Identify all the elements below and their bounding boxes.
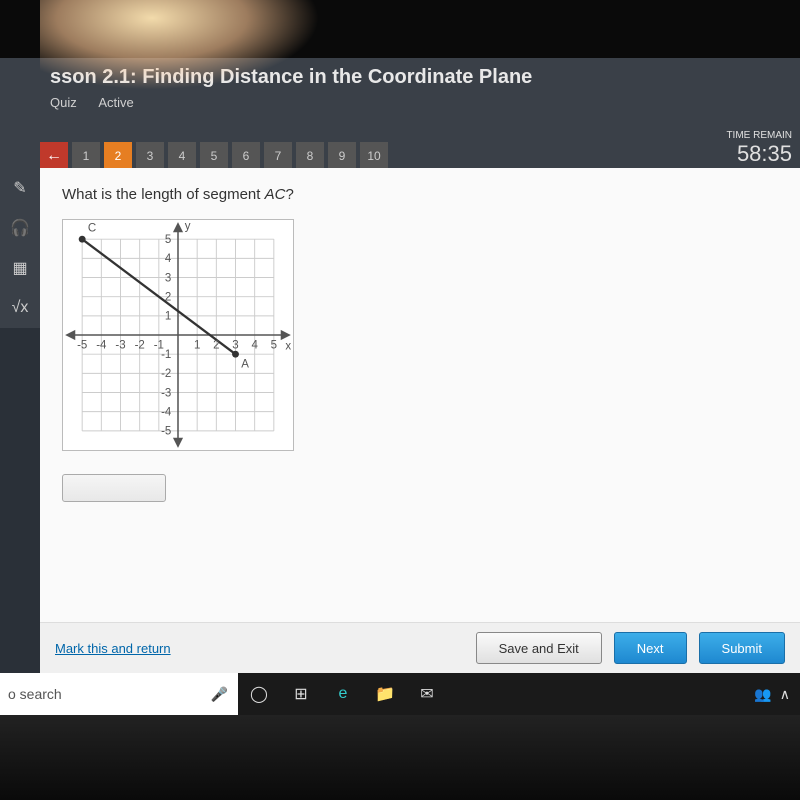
- svg-text:x: x: [285, 340, 291, 352]
- question-nav-4[interactable]: 4: [168, 142, 196, 170]
- file-explorer-icon[interactable]: 📁: [364, 673, 406, 715]
- svg-text:-2: -2: [135, 339, 145, 351]
- prompt-suffix: ?: [285, 186, 293, 203]
- taskbar-search[interactable]: o search 🎤: [0, 673, 238, 715]
- quiz-row: Quiz Active: [50, 95, 800, 110]
- svg-text:-2: -2: [161, 368, 171, 380]
- answer-input[interactable]: [62, 474, 166, 502]
- next-button[interactable]: Next: [614, 632, 687, 664]
- timer-label: TIME REMAIN: [726, 130, 792, 141]
- headphones-tool-icon[interactable]: 🎧: [0, 208, 40, 248]
- cortana-icon[interactable]: ◯: [238, 673, 280, 715]
- timer-value: 58:35: [726, 141, 792, 167]
- question-nav-3[interactable]: 3: [136, 142, 164, 170]
- svg-text:3: 3: [232, 339, 238, 351]
- svg-text:3: 3: [165, 272, 171, 284]
- quiz-label: Quiz: [50, 95, 77, 110]
- question-content: What is the length of segment AC?: [40, 168, 800, 623]
- prompt-prefix: What is the length of segment: [62, 186, 265, 203]
- screen: sson 2.1: Finding Distance in the Coordi…: [0, 58, 800, 673]
- bottom-bar: Mark this and return Save and Exit Next …: [40, 622, 800, 673]
- laptop-frame: sson 2.1: Finding Distance in the Coordi…: [0, 0, 800, 800]
- submit-button[interactable]: Submit: [699, 632, 785, 664]
- svg-text:y: y: [185, 221, 191, 233]
- calculator-tool-icon[interactable]: ▦: [0, 248, 40, 288]
- lesson-title: sson 2.1: Finding Distance in the Coordi…: [50, 66, 800, 89]
- coordinate-graph: -5-5-4-4-3-3-2-2-1-11122334455CAxy: [62, 219, 294, 451]
- question-nav-1[interactable]: 1: [72, 142, 100, 170]
- question-nav-8[interactable]: 8: [296, 142, 324, 170]
- sqrt-tool-icon[interactable]: √x: [0, 288, 40, 328]
- svg-text:4: 4: [165, 253, 172, 265]
- svg-text:-1: -1: [161, 349, 171, 361]
- question-number-list: 12345678910: [72, 142, 392, 170]
- tray-chevron-icon[interactable]: ∧: [780, 686, 790, 703]
- svg-text:C: C: [88, 223, 96, 235]
- question-nav-2[interactable]: 2: [104, 142, 132, 170]
- svg-text:-3: -3: [115, 339, 125, 351]
- svg-text:-4: -4: [161, 407, 172, 419]
- svg-text:-4: -4: [96, 339, 107, 351]
- svg-text:5: 5: [165, 234, 171, 246]
- svg-text:1: 1: [194, 339, 200, 351]
- pencil-tool-icon[interactable]: ✎: [0, 168, 40, 208]
- back-arrow-button[interactable]: ←: [40, 142, 68, 170]
- svg-text:2: 2: [213, 339, 219, 351]
- svg-text:4: 4: [251, 339, 258, 351]
- segment-name: AC: [265, 186, 286, 203]
- save-and-exit-button[interactable]: Save and Exit: [476, 632, 602, 664]
- taskbar-tray: 👥 ∧: [754, 686, 800, 703]
- svg-text:A: A: [241, 359, 249, 371]
- question-nav-10[interactable]: 10: [360, 142, 388, 170]
- mark-and-return-link[interactable]: Mark this and return: [55, 641, 171, 656]
- svg-text:-5: -5: [77, 339, 87, 351]
- timer-box: TIME REMAIN 58:35: [726, 130, 800, 167]
- svg-text:1: 1: [165, 311, 171, 323]
- svg-text:5: 5: [271, 339, 277, 351]
- people-icon[interactable]: 👥: [754, 686, 771, 703]
- lesson-header: sson 2.1: Finding Distance in the Coordi…: [0, 58, 800, 136]
- active-label: Active: [98, 95, 133, 110]
- question-nav-6[interactable]: 6: [232, 142, 260, 170]
- svg-text:2: 2: [165, 292, 171, 304]
- question-nav-5[interactable]: 5: [200, 142, 228, 170]
- mail-icon[interactable]: ✉: [406, 673, 448, 715]
- svg-text:-5: -5: [161, 426, 171, 438]
- svg-text:-3: -3: [161, 387, 171, 399]
- search-placeholder-text: o search: [8, 686, 62, 702]
- question-nav-7[interactable]: 7: [264, 142, 292, 170]
- taskview-icon[interactable]: ⊞: [280, 673, 322, 715]
- tool-column: ✎ 🎧 ▦ √x: [0, 168, 40, 328]
- laptop-bezel-bottom: [0, 715, 800, 800]
- edge-icon[interactable]: e: [322, 673, 364, 715]
- mic-icon[interactable]: 🎤: [211, 686, 228, 703]
- question-prompt: What is the length of segment AC?: [62, 186, 778, 203]
- question-nav-9[interactable]: 9: [328, 142, 356, 170]
- windows-taskbar: o search 🎤 ◯ ⊞ e 📁 ✉ 👥 ∧: [0, 673, 800, 715]
